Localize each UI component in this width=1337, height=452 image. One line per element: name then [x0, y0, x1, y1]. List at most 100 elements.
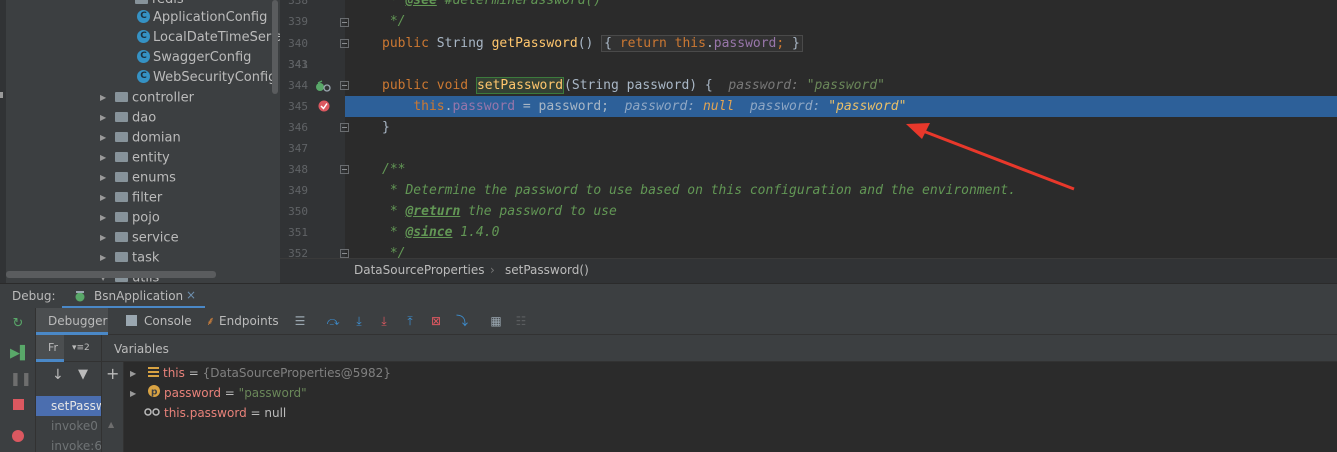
variable-row[interactable]: ▶this.password = null — [124, 403, 286, 423]
variables-side-toolbar: + ▲ — [102, 362, 124, 452]
line-number: 350 — [288, 205, 308, 218]
project-horizontal-scrollbar[interactable] — [6, 271, 216, 278]
expand-arrow-icon[interactable]: ▶ — [100, 88, 108, 108]
code-line-349[interactable]: * Determine the password to use based on… — [345, 180, 1337, 201]
code-line-352[interactable]: */ — [345, 243, 1337, 258]
force-step-into-icon[interactable]: ⤓ — [377, 314, 391, 328]
scroll-up-icon[interactable]: ▲ — [108, 420, 114, 429]
down-arrow-icon[interactable]: ↓ — [52, 367, 64, 383]
step-out-icon[interactable]: ⤒ — [403, 314, 417, 328]
debug-side-toolbar: ↻ ▶▌ ❚❚ — [0, 308, 36, 452]
endpoints-icon: ⸙ — [206, 314, 216, 328]
tree-item-task[interactable]: ▶ task — [100, 248, 159, 268]
frame-item[interactable]: invoke:6 — [36, 436, 101, 452]
drop-frame-icon[interactable]: ⊠ — [429, 314, 443, 328]
code-line-346[interactable]: } — [345, 117, 1337, 138]
folder-icon — [115, 192, 128, 202]
breadcrumb-method[interactable]: setPassword() — [505, 263, 589, 277]
bean-override-icon[interactable] — [315, 80, 333, 94]
watch-icon — [144, 403, 160, 423]
tab-endpoints[interactable]: ⸙ Endpoints — [206, 308, 279, 335]
code-line-351[interactable]: * @since 1.4.0 — [345, 222, 1337, 243]
tree-item-enums[interactable]: ▶ enums — [100, 168, 176, 188]
tree-item-pojo[interactable]: ▶ pojo — [100, 208, 160, 228]
debug-session-tab[interactable]: BsnApplication × — [62, 284, 205, 309]
method-name-highlight[interactable]: setPassword — [475, 77, 565, 94]
tree-item-service[interactable]: ▶ service — [100, 228, 179, 248]
expand-arrow-icon[interactable]: ▶ — [130, 384, 142, 404]
folder-icon — [115, 152, 128, 162]
trace-icon[interactable]: ☷ — [514, 314, 528, 328]
pause-icon[interactable]: ❚❚ — [10, 372, 32, 388]
code-line-344[interactable]: public void setPassword(String password)… — [345, 75, 1337, 96]
close-tab-icon[interactable]: × — [186, 288, 196, 302]
expand-arrow-icon[interactable]: ▶ — [100, 208, 108, 228]
code-line-338[interactable]: * @see #determinePassword() — [345, 0, 1337, 11]
line-number: 344 — [288, 79, 308, 92]
folder-icon — [115, 172, 128, 182]
tree-item-local-date-time-serializer[interactable]: CLocalDateTimeSerializ — [137, 28, 280, 48]
tree-item-filter[interactable]: ▶ filter — [100, 188, 162, 208]
expand-arrow-icon[interactable]: ▶ — [130, 364, 142, 384]
class-icon: C — [137, 50, 150, 63]
expand-arrow-icon[interactable]: ▶ — [100, 168, 108, 188]
frame-item[interactable]: invoke0 — [36, 416, 101, 436]
tree-item-domian[interactable]: ▶ domian — [100, 128, 181, 148]
breadcrumb-separator: › — [490, 263, 495, 277]
threads-dropdown[interactable]: ▾≡2 — [72, 343, 90, 353]
frame-item[interactable]: setPassw — [36, 396, 101, 416]
tab-console[interactable]: Console — [126, 308, 192, 335]
code-editor[interactable]: 338 339 340 341 342 343 344 345 346 347 … — [280, 0, 1337, 258]
expand-arrow-icon[interactable]: ▶ — [100, 248, 108, 268]
add-watch-icon[interactable]: + — [106, 364, 119, 383]
restore-layout-icon[interactable]: ☰ — [293, 314, 307, 328]
line-number: 346 — [288, 121, 308, 134]
current-execution-line[interactable]: this.password = password; password: null… — [345, 96, 1337, 117]
tab-debugger[interactable]: Debugger — [36, 308, 108, 335]
breakpoint-icon[interactable] — [317, 99, 331, 113]
show-execution-point-icon[interactable]: ⤼ — [326, 314, 340, 328]
inline-debug-hint: password: — [624, 99, 703, 114]
tree-item-entity[interactable]: ▶ entity — [100, 148, 170, 168]
line-number: 348 — [288, 163, 308, 176]
class-icon: C — [137, 70, 150, 83]
class-icon: C — [137, 30, 150, 43]
variable-row[interactable]: ▶ this = {DataSourceProperties@5982} — [124, 363, 391, 383]
debugger-toolbar: Debugger Console ⸙ Endpoints ☰ ⤼ ⤓ ⤓ ⤒ ⊠ … — [36, 308, 1337, 335]
stop-icon[interactable] — [10, 399, 26, 415]
tree-item-application-config[interactable]: C ApplicationConfig — [137, 8, 267, 28]
folded-region[interactable]: { return this.password; } — [601, 35, 803, 52]
rerun-icon[interactable]: ↻ — [10, 316, 26, 332]
folder-icon — [135, 0, 148, 4]
code-line-339[interactable]: */ — [345, 11, 1337, 32]
code-line-350[interactable]: * @return the password to use — [345, 201, 1337, 222]
resume-icon[interactable]: ▶▌ — [10, 346, 30, 362]
view-breakpoints-icon[interactable] — [10, 430, 26, 446]
variable-row[interactable]: ▶ p password = "password" — [124, 383, 307, 403]
tree-item-controller[interactable]: ▶ controller — [100, 88, 194, 108]
expand-arrow-icon[interactable]: ▶ — [100, 128, 108, 148]
expand-arrow-icon[interactable]: ▶ — [100, 148, 108, 168]
expand-arrow-icon[interactable]: ▶ — [100, 108, 108, 128]
tree-item-swagger-config[interactable]: C SwaggerConfig — [137, 48, 251, 68]
tree-item-web-security-config[interactable]: C WebSecurityConfig — [137, 68, 276, 88]
project-vertical-scrollbar[interactable] — [272, 0, 278, 94]
evaluate-expression-icon[interactable]: ▦ — [489, 314, 503, 328]
filter-icon[interactable]: ▼ — [78, 367, 88, 382]
code-line-340[interactable]: public String getPassword() { return thi… — [345, 33, 1337, 54]
line-number: 352 — [288, 247, 308, 258]
variables-header: Variables — [102, 335, 1337, 362]
expand-arrow-icon[interactable]: ▶ — [100, 228, 108, 248]
folder-icon — [115, 132, 128, 142]
line-number: 349 — [288, 184, 308, 197]
folder-icon — [115, 212, 128, 222]
step-over-icon[interactable]: ⤓ — [352, 314, 366, 328]
breadcrumb: DataSourceProperties › setPassword() — [280, 258, 1337, 283]
tab-frames[interactable]: Fr — [36, 335, 64, 362]
breadcrumb-class[interactable]: DataSourceProperties — [354, 263, 485, 277]
run-to-cursor-icon[interactable]: ⤵ — [455, 314, 469, 328]
tree-item-dao[interactable]: ▶ dao — [100, 108, 156, 128]
expand-arrow-icon[interactable]: ▶ — [100, 188, 108, 208]
code-line-348[interactable]: /** — [345, 159, 1337, 180]
frames-pane: Fr ▾≡2 ↓ ▼ setPassw invoke0 invoke:6 — [36, 335, 102, 452]
